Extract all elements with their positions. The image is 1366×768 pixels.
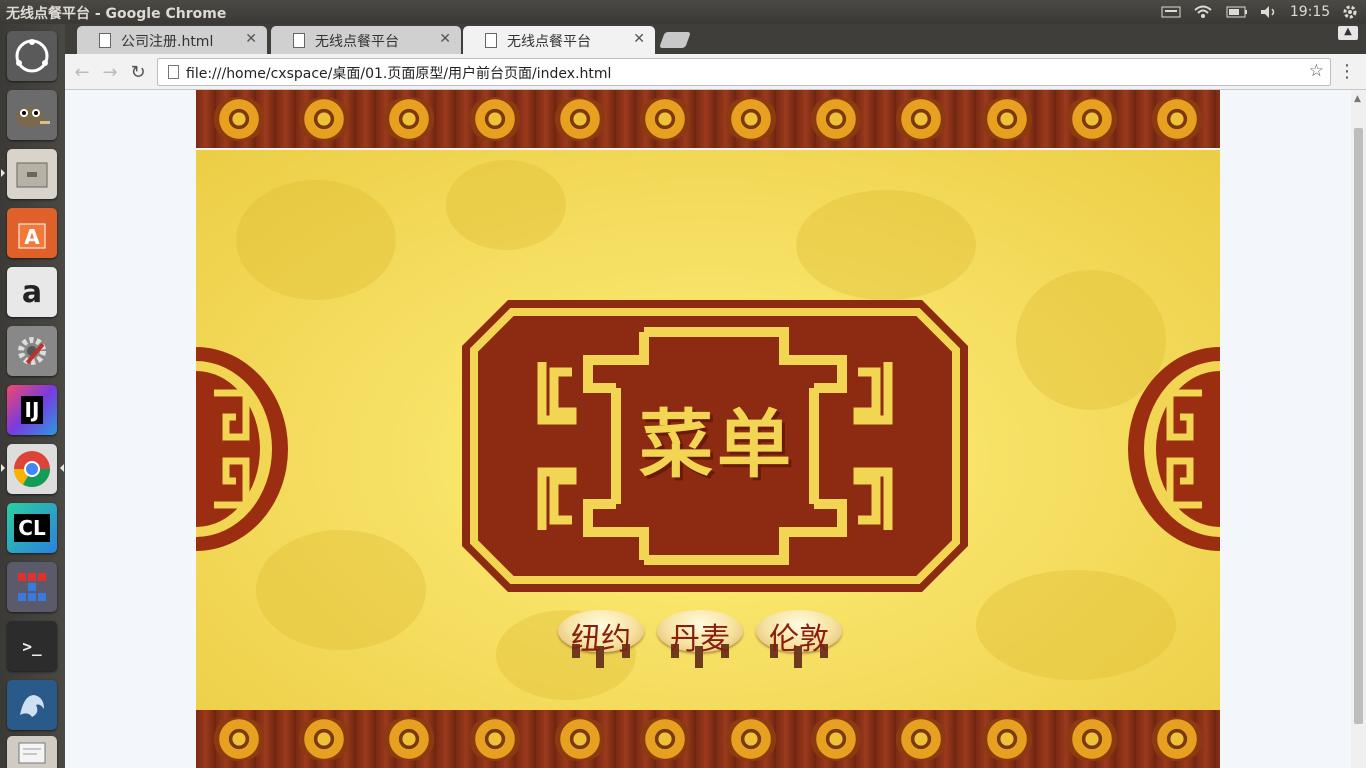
intellij-label: IJ xyxy=(20,396,44,424)
files-icon[interactable] xyxy=(7,149,57,199)
window-title: 无线点餐平台 - Google Chrome xyxy=(6,6,227,22)
amazon-label: a xyxy=(21,274,43,310)
tab-company-registration[interactable]: 公司注册.html ✕ xyxy=(77,26,267,54)
tab-label: 无线点餐平台 xyxy=(507,34,591,50)
battery-icon[interactable] xyxy=(1225,3,1249,21)
bottom-decorative-border xyxy=(196,710,1220,768)
back-arrow-icon[interactable]: ← xyxy=(71,61,93,83)
vertical-scrollbar[interactable]: ▲ xyxy=(1351,90,1366,768)
dash-icon[interactable] xyxy=(7,31,57,81)
system-settings-icon[interactable] xyxy=(7,326,57,376)
wifi-icon[interactable] xyxy=(1192,3,1214,21)
menu-hero-background: 菜单 纽约 丹麦 伦敦 xyxy=(196,150,1220,710)
clock[interactable]: 19:15 xyxy=(1290,3,1330,21)
tab-ordering-platform-active[interactable]: 无线点餐平台 ✕ xyxy=(463,26,655,54)
text-editor-icon[interactable] xyxy=(7,736,57,768)
terminal-label: >_ xyxy=(22,636,42,656)
tab-label: 公司注册.html xyxy=(121,34,214,50)
page-icon xyxy=(99,33,111,48)
clion-icon[interactable]: CL xyxy=(7,503,57,553)
browser-toolbar: ← → ↻ file:///home/cxspace/桌面/01.页面原型/用户… xyxy=(65,54,1366,90)
close-tab-icon[interactable]: ✕ xyxy=(633,31,645,47)
keyboard-icon[interactable] xyxy=(1160,3,1182,21)
right-side-emblem xyxy=(1128,347,1220,551)
launcher: A a IJ CL >_ xyxy=(0,24,66,768)
software-center-icon[interactable]: A xyxy=(7,208,57,258)
page-icon xyxy=(293,33,305,48)
page-icon xyxy=(168,65,179,79)
tab-label: 无线点餐平台 xyxy=(315,34,399,50)
amazon-icon[interactable]: a xyxy=(7,267,57,317)
denmark-button-label: 丹麦 xyxy=(670,622,730,657)
profile-icon[interactable]: ▲ xyxy=(1338,26,1358,40)
london-button[interactable]: 伦敦 xyxy=(754,610,844,672)
plaque-title: 菜单 xyxy=(639,402,795,488)
tab-ordering-platform-1[interactable]: 无线点餐平台 ✕ xyxy=(271,26,461,54)
browser-window: 公司注册.html ✕ 无线点餐平台 ✕ 无线点餐平台 ✕ ▲ ← → ↻ fi… xyxy=(65,24,1366,768)
gimp-icon[interactable] xyxy=(7,90,57,140)
close-tab-icon[interactable]: ✕ xyxy=(245,31,257,47)
menu-icon[interactable]: ⋮ xyxy=(1338,61,1356,82)
new-tab-button[interactable] xyxy=(659,32,691,48)
left-side-emblem xyxy=(196,347,288,551)
tetris-icon[interactable] xyxy=(7,562,57,612)
newyork-button-label: 纽约 xyxy=(571,622,631,657)
page-content: 菜单 纽约 丹麦 伦敦 xyxy=(196,90,1220,768)
svg-text:A: A xyxy=(24,225,40,249)
terminal-icon[interactable]: >_ xyxy=(7,621,57,671)
address-bar[interactable]: file:///home/cxspace/桌面/01.页面原型/用户前台页面/i… xyxy=(157,58,1331,86)
chrome-icon[interactable] xyxy=(7,444,57,494)
system-top-panel: 无线点餐平台 - Google Chrome 19:15 xyxy=(0,0,1366,24)
forward-arrow-icon[interactable]: → xyxy=(99,61,121,83)
mysql-workbench-icon[interactable] xyxy=(7,680,57,730)
page-icon xyxy=(485,33,497,48)
url-text[interactable]: file:///home/cxspace/桌面/01.页面原型/用户前台页面/i… xyxy=(186,63,611,83)
gear-icon[interactable] xyxy=(1340,3,1360,21)
scrollbar-thumb[interactable] xyxy=(1354,128,1363,724)
top-decorative-border xyxy=(196,90,1220,148)
page-viewport: 菜单 纽约 丹麦 伦敦 xyxy=(65,90,1351,768)
denmark-button[interactable]: 丹麦 xyxy=(655,610,745,672)
tab-strip: 公司注册.html ✕ 无线点餐平台 ✕ 无线点餐平台 ✕ ▲ xyxy=(65,24,1366,54)
reload-icon[interactable]: ↻ xyxy=(127,61,149,83)
intellij-icon[interactable]: IJ xyxy=(7,385,57,435)
newyork-button[interactable]: 纽约 xyxy=(556,610,646,672)
volume-icon[interactable] xyxy=(1258,3,1280,21)
close-tab-icon[interactable]: ✕ xyxy=(439,31,451,47)
bookmark-star-icon[interactable]: ☆ xyxy=(1309,61,1324,81)
london-button-label: 伦敦 xyxy=(769,622,829,657)
clion-label: CL xyxy=(14,514,50,542)
scroll-up-icon[interactable]: ▲ xyxy=(1354,94,1361,104)
